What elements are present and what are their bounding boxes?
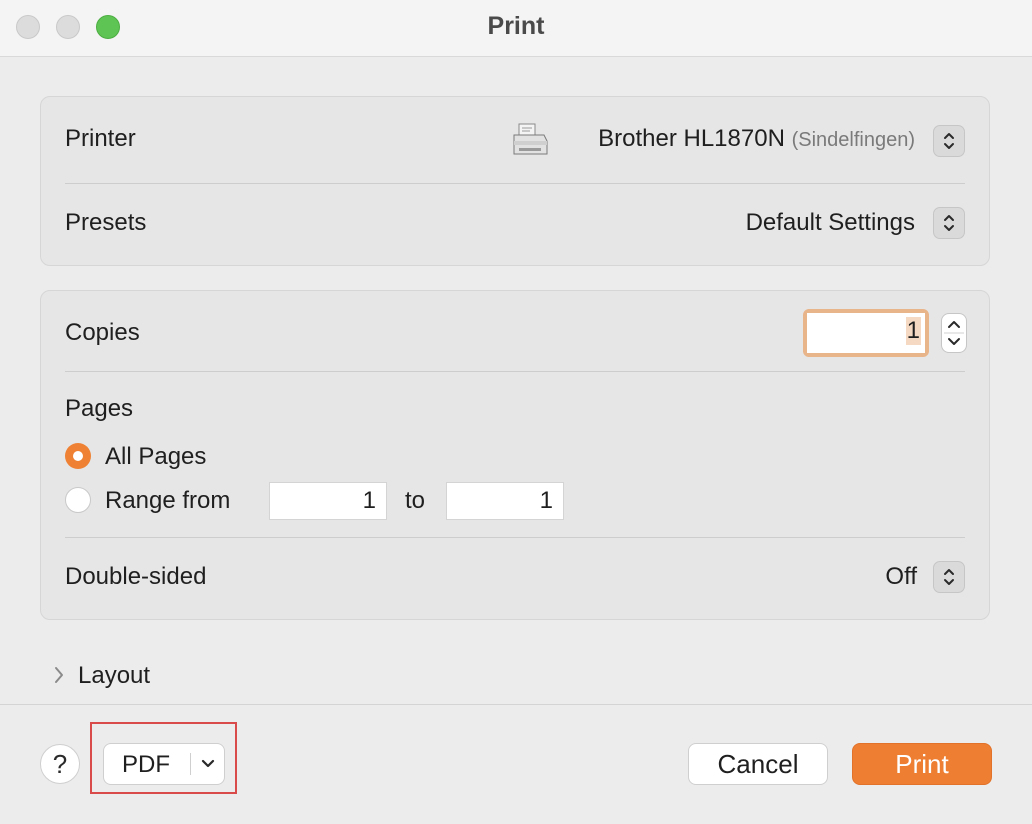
double-sided-popup-stepper[interactable]	[933, 561, 965, 593]
range-radio[interactable]	[65, 487, 91, 513]
up-down-chevron-icon	[944, 215, 954, 231]
presets-value: Default Settings	[745, 209, 915, 236]
title-bar: Print	[0, 0, 1032, 57]
cancel-button[interactable]: Cancel	[688, 743, 828, 785]
printer-location: (Sindelfingen)	[791, 129, 915, 151]
footer-divider	[0, 704, 1032, 705]
window-title: Print	[487, 12, 545, 40]
chevron-right-icon	[55, 667, 63, 683]
pdf-divider	[190, 753, 191, 775]
double-sided-value: Off	[885, 563, 917, 590]
chevron-down-icon[interactable]	[200, 757, 216, 771]
divider	[65, 537, 965, 538]
printer-panel: Printer Brother HL1870N (Sindelfingen) P…	[40, 96, 990, 266]
up-down-chevron-icon	[944, 569, 954, 585]
all-pages-radio[interactable]	[65, 443, 91, 469]
printer-label: Printer	[65, 125, 136, 152]
range-to-label: to	[405, 487, 426, 514]
layout-label: Layout	[78, 662, 151, 689]
copies-label: Copies	[65, 319, 140, 346]
up-down-chevron-icon	[944, 321, 964, 345]
divider	[65, 183, 965, 184]
pdf-menu-button[interactable]: PDF	[103, 743, 225, 785]
help-button[interactable]: ?	[40, 744, 80, 784]
pdf-label: PDF	[122, 751, 170, 778]
copies-input[interactable]: 1	[803, 309, 929, 357]
pages-label: Pages	[65, 395, 134, 422]
double-sided-label: Double-sided	[65, 563, 207, 590]
printer-popup-stepper[interactable]	[933, 125, 965, 157]
range-from-label: Range from	[105, 487, 231, 514]
layout-disclosure[interactable]: Layout	[52, 662, 150, 690]
range-to-input[interactable]: 1	[446, 482, 564, 520]
range-from-input[interactable]: 1	[269, 482, 387, 520]
printer-name: Brother HL1870N	[598, 125, 785, 152]
up-down-chevron-icon	[944, 133, 954, 149]
presets-popup-stepper[interactable]	[933, 207, 965, 239]
copies-value: 1	[905, 317, 921, 345]
print-dialog: Print Printer Brother HL1870N (Sindelfin…	[0, 0, 1032, 824]
printer-icon	[513, 123, 548, 155]
options-panel: Copies 1 Pages All Pages Range from 1 to…	[40, 290, 990, 620]
divider	[65, 371, 965, 372]
all-pages-label: All Pages	[105, 443, 207, 470]
presets-label: Presets	[65, 209, 147, 236]
copies-stepper[interactable]	[941, 313, 967, 353]
print-button[interactable]: Print	[852, 743, 992, 785]
